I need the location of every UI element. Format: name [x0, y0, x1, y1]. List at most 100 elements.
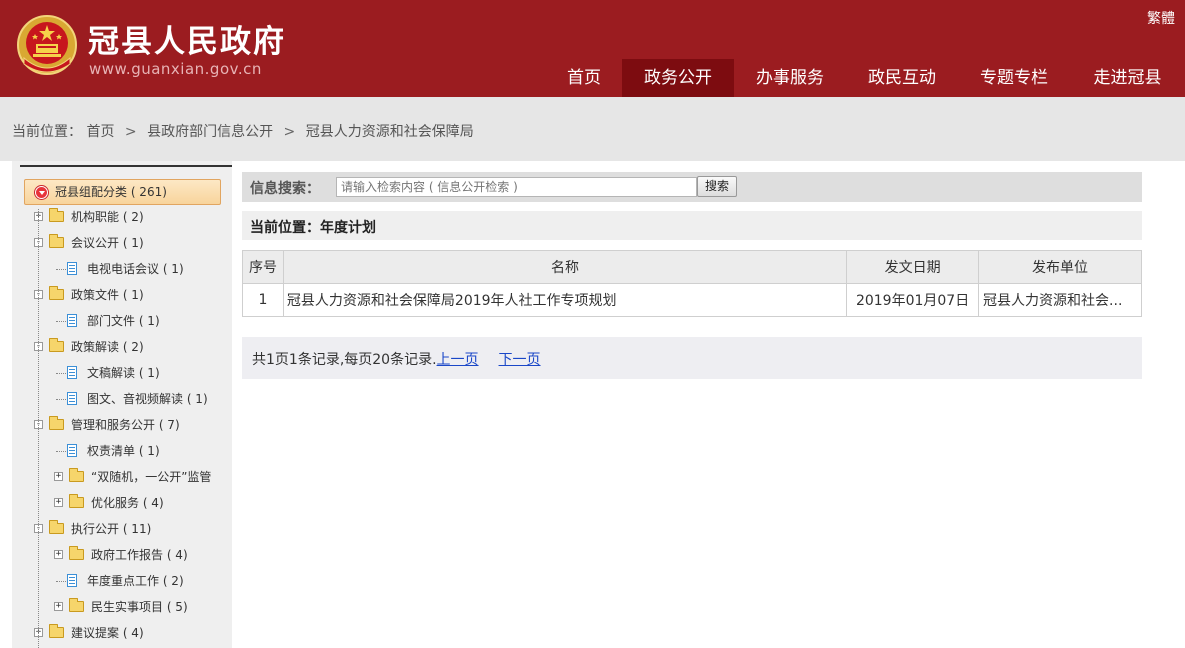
tree-connector	[56, 581, 66, 582]
folder-icon	[69, 468, 84, 482]
traditional-chinese-link[interactable]: 繁體	[1147, 8, 1175, 28]
tree-node[interactable]: + “双随机，一公开”监管	[12, 467, 217, 487]
breadcrumb-home[interactable]: 首页	[86, 124, 114, 140]
cell-name-link[interactable]: 冠县人力资源和社会保障局2019年人社工作专项规划	[282, 283, 848, 317]
prev-page-link[interactable]: 上一页	[437, 352, 479, 368]
col-header-date: 发文日期	[846, 250, 980, 284]
nav-about-county[interactable]: 走进冠县	[1070, 59, 1185, 97]
search-button[interactable]: 搜索	[697, 176, 737, 197]
pagination: 共1页1条记录,每页20条记录.上一页 下一页	[252, 349, 541, 369]
tree-node-label: 政策解读 ( 2)	[71, 340, 144, 354]
breadcrumb-dept-info[interactable]: 县政府部门信息公开	[147, 124, 273, 140]
expand-toggle-icon[interactable]: +	[54, 550, 63, 559]
search-input[interactable]	[336, 177, 697, 197]
tree-node[interactable]: + 机构职能 ( 2)	[12, 207, 217, 227]
folder-icon	[49, 416, 64, 430]
col-header-no: 序号	[242, 250, 284, 284]
tree-node[interactable]: + 优化服务 ( 4)	[12, 493, 217, 513]
table-header-row: 序号 名称 发文日期 发布单位	[242, 250, 1142, 284]
expand-toggle-icon[interactable]: +	[54, 472, 63, 481]
folder-icon	[49, 208, 64, 222]
document-icon	[67, 444, 77, 457]
tree-node[interactable]: 图文、音视频解读 ( 1)	[12, 389, 217, 409]
table-row[interactable]: 1 冠县人力资源和社会保障局2019年人社工作专项规划 2019年01月07日 …	[242, 283, 1142, 317]
expand-toggle-icon[interactable]: +	[54, 498, 63, 507]
tree-root-label: 冠县组配分类 ( 261)	[55, 185, 167, 199]
tree-connector	[56, 269, 66, 270]
nav-interaction[interactable]: 政民互动	[846, 59, 958, 97]
cell-unit: 冠县人力资源和社会...	[978, 283, 1142, 317]
cell-no: 1	[242, 283, 284, 317]
tree-connector	[56, 321, 66, 322]
tree-node-label: 政府工作报告 ( 4)	[91, 548, 188, 562]
collapse-circle-icon	[35, 186, 48, 199]
folder-icon	[49, 520, 64, 534]
folder-icon	[69, 546, 84, 560]
category-sidebar: 冠县组配分类 ( 261) + 机构职能 ( 2) - 会议公开 ( 1) 电视电话会议…	[12, 161, 232, 648]
tree-node[interactable]: + 政府工作报告 ( 4)	[12, 545, 217, 565]
folder-icon	[69, 598, 84, 612]
tree-connector	[56, 399, 66, 400]
breadcrumb-hr-bureau[interactable]: 冠县人力资源和社会保障局	[306, 124, 474, 140]
nav-government-affairs[interactable]: 政务公开	[622, 59, 734, 97]
tree-node-label: 民生实事项目 ( 5)	[91, 600, 188, 614]
folder-icon	[69, 494, 84, 508]
main-nav: 首页 政务公开 办事服务 政民互动 专题专栏 走进冠县	[546, 59, 1185, 97]
tree-node[interactable]: - 政策解读 ( 2)	[12, 337, 217, 357]
tree-node-label: 执行公开 ( 11)	[71, 522, 152, 536]
tree-node[interactable]: 电视电话会议 ( 1)	[12, 259, 217, 279]
current-position-bar: 当前位置：年度计划	[242, 211, 1142, 240]
search-bar: 信息搜索： 搜索	[242, 172, 1142, 202]
search-label: 信息搜索：	[250, 181, 320, 197]
tree-node-label: 图文、音视频解读 ( 1)	[87, 392, 208, 406]
tree-node-label: 会议公开 ( 1)	[71, 236, 144, 250]
tree-node-label: 电视电话会议 ( 1)	[87, 262, 184, 276]
tree-node[interactable]: 年度重点工作 ( 2)	[12, 571, 217, 591]
nav-topics[interactable]: 专题专栏	[958, 59, 1070, 97]
tree-node[interactable]: - 政策文件 ( 1)	[12, 285, 217, 305]
folder-icon	[49, 286, 64, 300]
site-header: 冠县人民政府 www.guanxian.gov.cn 繁體 首页 政务公开 办事…	[0, 0, 1185, 97]
tree-node-label: 建议提案 ( 4)	[71, 626, 144, 640]
document-icon	[67, 366, 77, 379]
folder-icon	[49, 624, 64, 638]
tree-node-label: 优化服务 ( 4)	[91, 496, 164, 510]
pagination-summary: 共1页1条记录,每页20条记录.	[252, 352, 437, 368]
col-header-name: 名称	[282, 250, 848, 284]
tree-node[interactable]: + 建议提案 ( 4)	[12, 623, 217, 643]
next-page-link[interactable]: 下一页	[499, 352, 541, 368]
tree-node[interactable]: - 会议公开 ( 1)	[12, 233, 217, 253]
tree-node[interactable]: 权责清单 ( 1)	[12, 441, 217, 461]
pagination-bar: 共1页1条记录,每页20条记录.上一页 下一页	[242, 337, 1142, 379]
tree-node-label: “双随机，一公开”监管	[91, 470, 212, 484]
tree-node-label: 管理和服务公开 ( 7)	[71, 418, 180, 432]
tree-root[interactable]: 冠县组配分类 ( 261)	[24, 179, 221, 205]
breadcrumb-prefix: 当前位置：	[12, 124, 82, 140]
folder-icon	[49, 234, 64, 248]
folder-icon	[49, 338, 64, 352]
tree-node[interactable]: - 管理和服务公开 ( 7)	[12, 415, 217, 435]
tree-connector	[56, 373, 66, 374]
breadcrumb-bar: 当前位置： 首页 > 县政府部门信息公开 > 冠县人力资源和社会保障局	[0, 97, 1185, 161]
tree-node[interactable]: 文稿解读 ( 1)	[12, 363, 217, 383]
cell-date: 2019年01月07日	[846, 283, 980, 317]
nav-services[interactable]: 办事服务	[734, 59, 846, 97]
document-table: 序号 名称 发文日期 发布单位 1 冠县人力资源和社会保障局2019年人社工作专…	[242, 250, 1142, 317]
nav-home[interactable]: 首页	[546, 59, 622, 97]
tree-node-label: 权责清单 ( 1)	[87, 444, 160, 458]
document-icon	[67, 314, 77, 327]
breadcrumb-separator: >	[283, 124, 296, 140]
document-icon	[67, 574, 77, 587]
tree-node[interactable]: + 民生实事项目 ( 5)	[12, 597, 217, 617]
document-icon	[67, 262, 77, 275]
tree-guide-line	[38, 209, 39, 648]
breadcrumb: 当前位置： 首页 > 县政府部门信息公开 > 冠县人力资源和社会保障局	[12, 121, 474, 141]
expand-toggle-icon[interactable]: +	[54, 602, 63, 611]
tree-node[interactable]: 部门文件 ( 1)	[12, 311, 217, 331]
tree-node-label: 部门文件 ( 1)	[87, 314, 160, 328]
tree-connector	[56, 451, 66, 452]
tree-node[interactable]: - 执行公开 ( 11)	[12, 519, 217, 539]
current-position-title: 当前位置：年度计划	[250, 220, 376, 236]
tree-node-label: 政策文件 ( 1)	[71, 288, 144, 302]
col-header-unit: 发布单位	[978, 250, 1142, 284]
